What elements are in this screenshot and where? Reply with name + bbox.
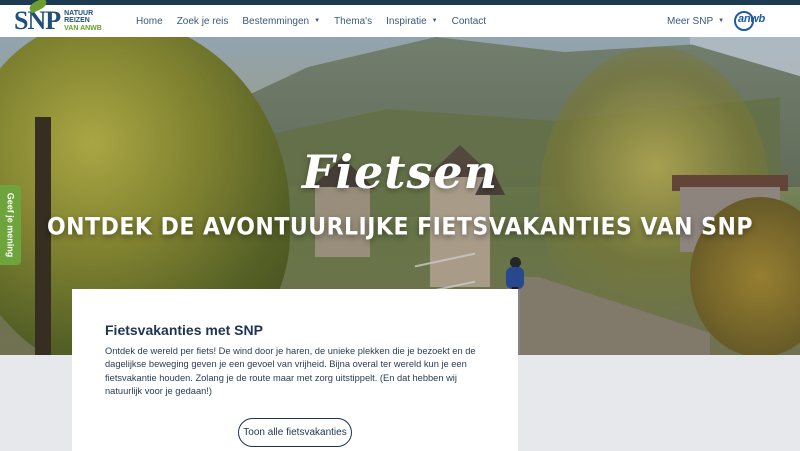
logo-line-1: NATUUR: [64, 9, 94, 17]
nav-item-themas[interactable]: Thema's: [327, 5, 379, 37]
meer-snp-label: Meer SNP: [667, 15, 714, 27]
logo-tagline: NATUUR REIZEN VAN ANWB: [64, 10, 102, 33]
meer-snp-menu[interactable]: Meer SNP ▼: [667, 5, 724, 37]
nav-menu: Home Zoek je reis Bestemmingen ▼ Thema's …: [136, 5, 493, 37]
caret-down-icon: ▼: [431, 18, 438, 24]
caret-down-icon: ▼: [718, 18, 725, 24]
logo-line-3: VAN ANWB: [64, 24, 102, 32]
card-body-text: Ontdek de wereld per fiets! De wind door…: [105, 346, 476, 397]
logo-line-2: REIZEN: [64, 17, 90, 25]
feedback-tab[interactable]: Geef je mening: [0, 185, 21, 265]
anwb-logo[interactable]: anwb: [734, 10, 780, 32]
main-navigation: SNP NATUUR REIZEN VAN ANWB Home Zoek je …: [0, 0, 800, 37]
nav-item-zoek-je-reis[interactable]: Zoek je reis: [170, 5, 236, 37]
nav-item-label: Zoek je reis: [176, 15, 229, 27]
nav-item-inspiratie[interactable]: Inspiratie ▼: [379, 5, 445, 37]
logo-wordmark: SNP: [14, 0, 61, 35]
card-title: Fietsvakanties met SNP: [105, 322, 263, 338]
nav-item-label: Contact: [451, 15, 487, 27]
nav-item-label: Thema's: [334, 15, 373, 27]
nav-item-label: Home: [136, 15, 163, 27]
nav-item-home[interactable]: Home: [136, 5, 170, 37]
show-all-cycling-button[interactable]: Toon alle fietsvakanties: [238, 418, 352, 447]
nav-item-bestemmingen[interactable]: Bestemmingen ▼: [235, 5, 327, 37]
nav-item-label: Bestemmingen: [242, 15, 310, 27]
feedback-label: Geef je mening: [5, 192, 16, 258]
anwb-logo-text: anwb: [738, 13, 765, 25]
hero-title: Fietsen: [301, 145, 499, 199]
nav-item-contact[interactable]: Contact: [445, 5, 493, 37]
intro-card: Fietsvakanties met SNP Ontdek de wereld …: [72, 289, 518, 451]
caret-down-icon: ▼: [314, 18, 321, 24]
hero-subtitle: ONTDEK DE AVONTUURLIJKE FIETSVAKANTIES V…: [46, 213, 754, 242]
snp-logo[interactable]: SNP NATUUR REIZEN VAN ANWB: [14, 0, 114, 36]
nav-item-label: Inspiratie: [386, 15, 427, 27]
